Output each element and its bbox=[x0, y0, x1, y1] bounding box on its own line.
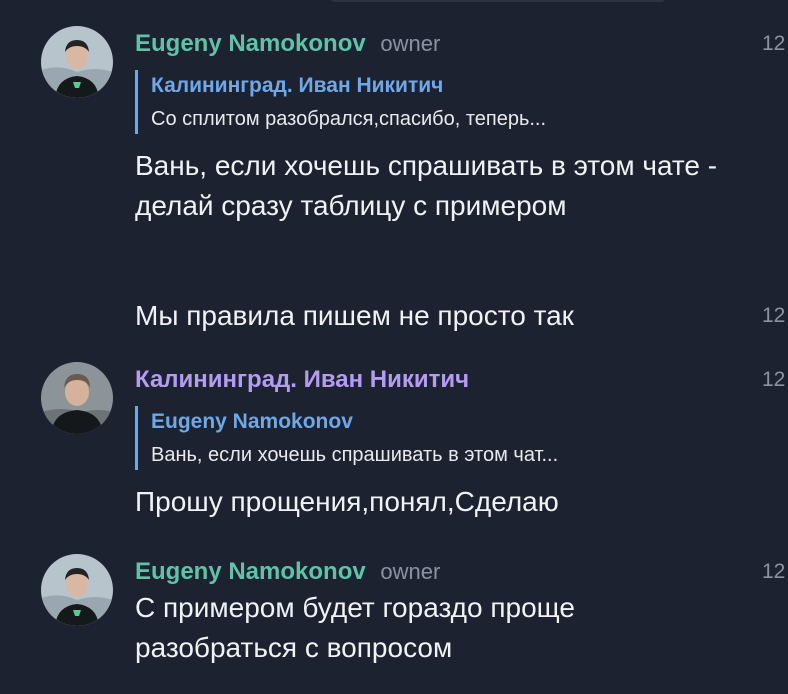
reply-text: Вань, если хочешь спрашивать в этом чат.… bbox=[151, 444, 559, 466]
sender-name[interactable]: Eugeny Namokonov bbox=[135, 30, 366, 57]
sender-name[interactable]: Калининград. Иван Никитич bbox=[135, 366, 469, 393]
timestamp: 12 bbox=[762, 304, 786, 327]
message-text: Мы правила пишем не просто так bbox=[135, 300, 574, 331]
reply-quote[interactable]: Калининград. Иван Никитич Со сплитом раз… bbox=[135, 70, 738, 134]
role-badge: owner bbox=[380, 559, 441, 584]
sender-line: Eugeny Namokonov owner bbox=[135, 30, 440, 58]
message-group: Мы правила пишем не просто так 12 bbox=[0, 290, 788, 340]
reply-text: Со сплитом разобрался,спасибо, теперь... bbox=[151, 108, 547, 130]
message-text: Вань, если хочешь спрашивать в этом чате… bbox=[135, 150, 718, 221]
chat-view: Eugeny Namokonov owner 12 Калининград. И… bbox=[0, 0, 788, 694]
sender-name[interactable]: Eugeny Namokonov bbox=[135, 558, 366, 585]
reply-sender: Калининград. Иван Никитич bbox=[151, 74, 444, 97]
timestamp: 12 bbox=[762, 32, 786, 55]
message-text: С примером будет гораздо проще разобрать… bbox=[135, 592, 575, 663]
avatar[interactable] bbox=[41, 362, 113, 434]
message-group: Eugeny Namokonov owner 12 Калининград. И… bbox=[0, 0, 788, 280]
sender-line: Калининград. Иван Никитич bbox=[135, 366, 469, 394]
timestamp: 12 bbox=[762, 560, 786, 583]
message-text: Прошу прощения,понял,Сделаю bbox=[135, 486, 559, 517]
avatar[interactable] bbox=[41, 554, 113, 626]
sender-line: Eugeny Namokonov owner bbox=[135, 558, 440, 586]
message-group: Калининград. Иван Никитич 12 Eugeny Namo… bbox=[0, 352, 788, 532]
reply-sender: Eugeny Namokonov bbox=[151, 410, 353, 433]
role-badge: owner bbox=[380, 31, 441, 56]
message-group: Eugeny Namokonov owner 12 С примером буд… bbox=[0, 548, 788, 688]
avatar[interactable] bbox=[41, 26, 113, 98]
reply-quote[interactable]: Eugeny Namokonov Вань, если хочешь спраш… bbox=[135, 406, 738, 470]
timestamp: 12 bbox=[762, 368, 786, 391]
